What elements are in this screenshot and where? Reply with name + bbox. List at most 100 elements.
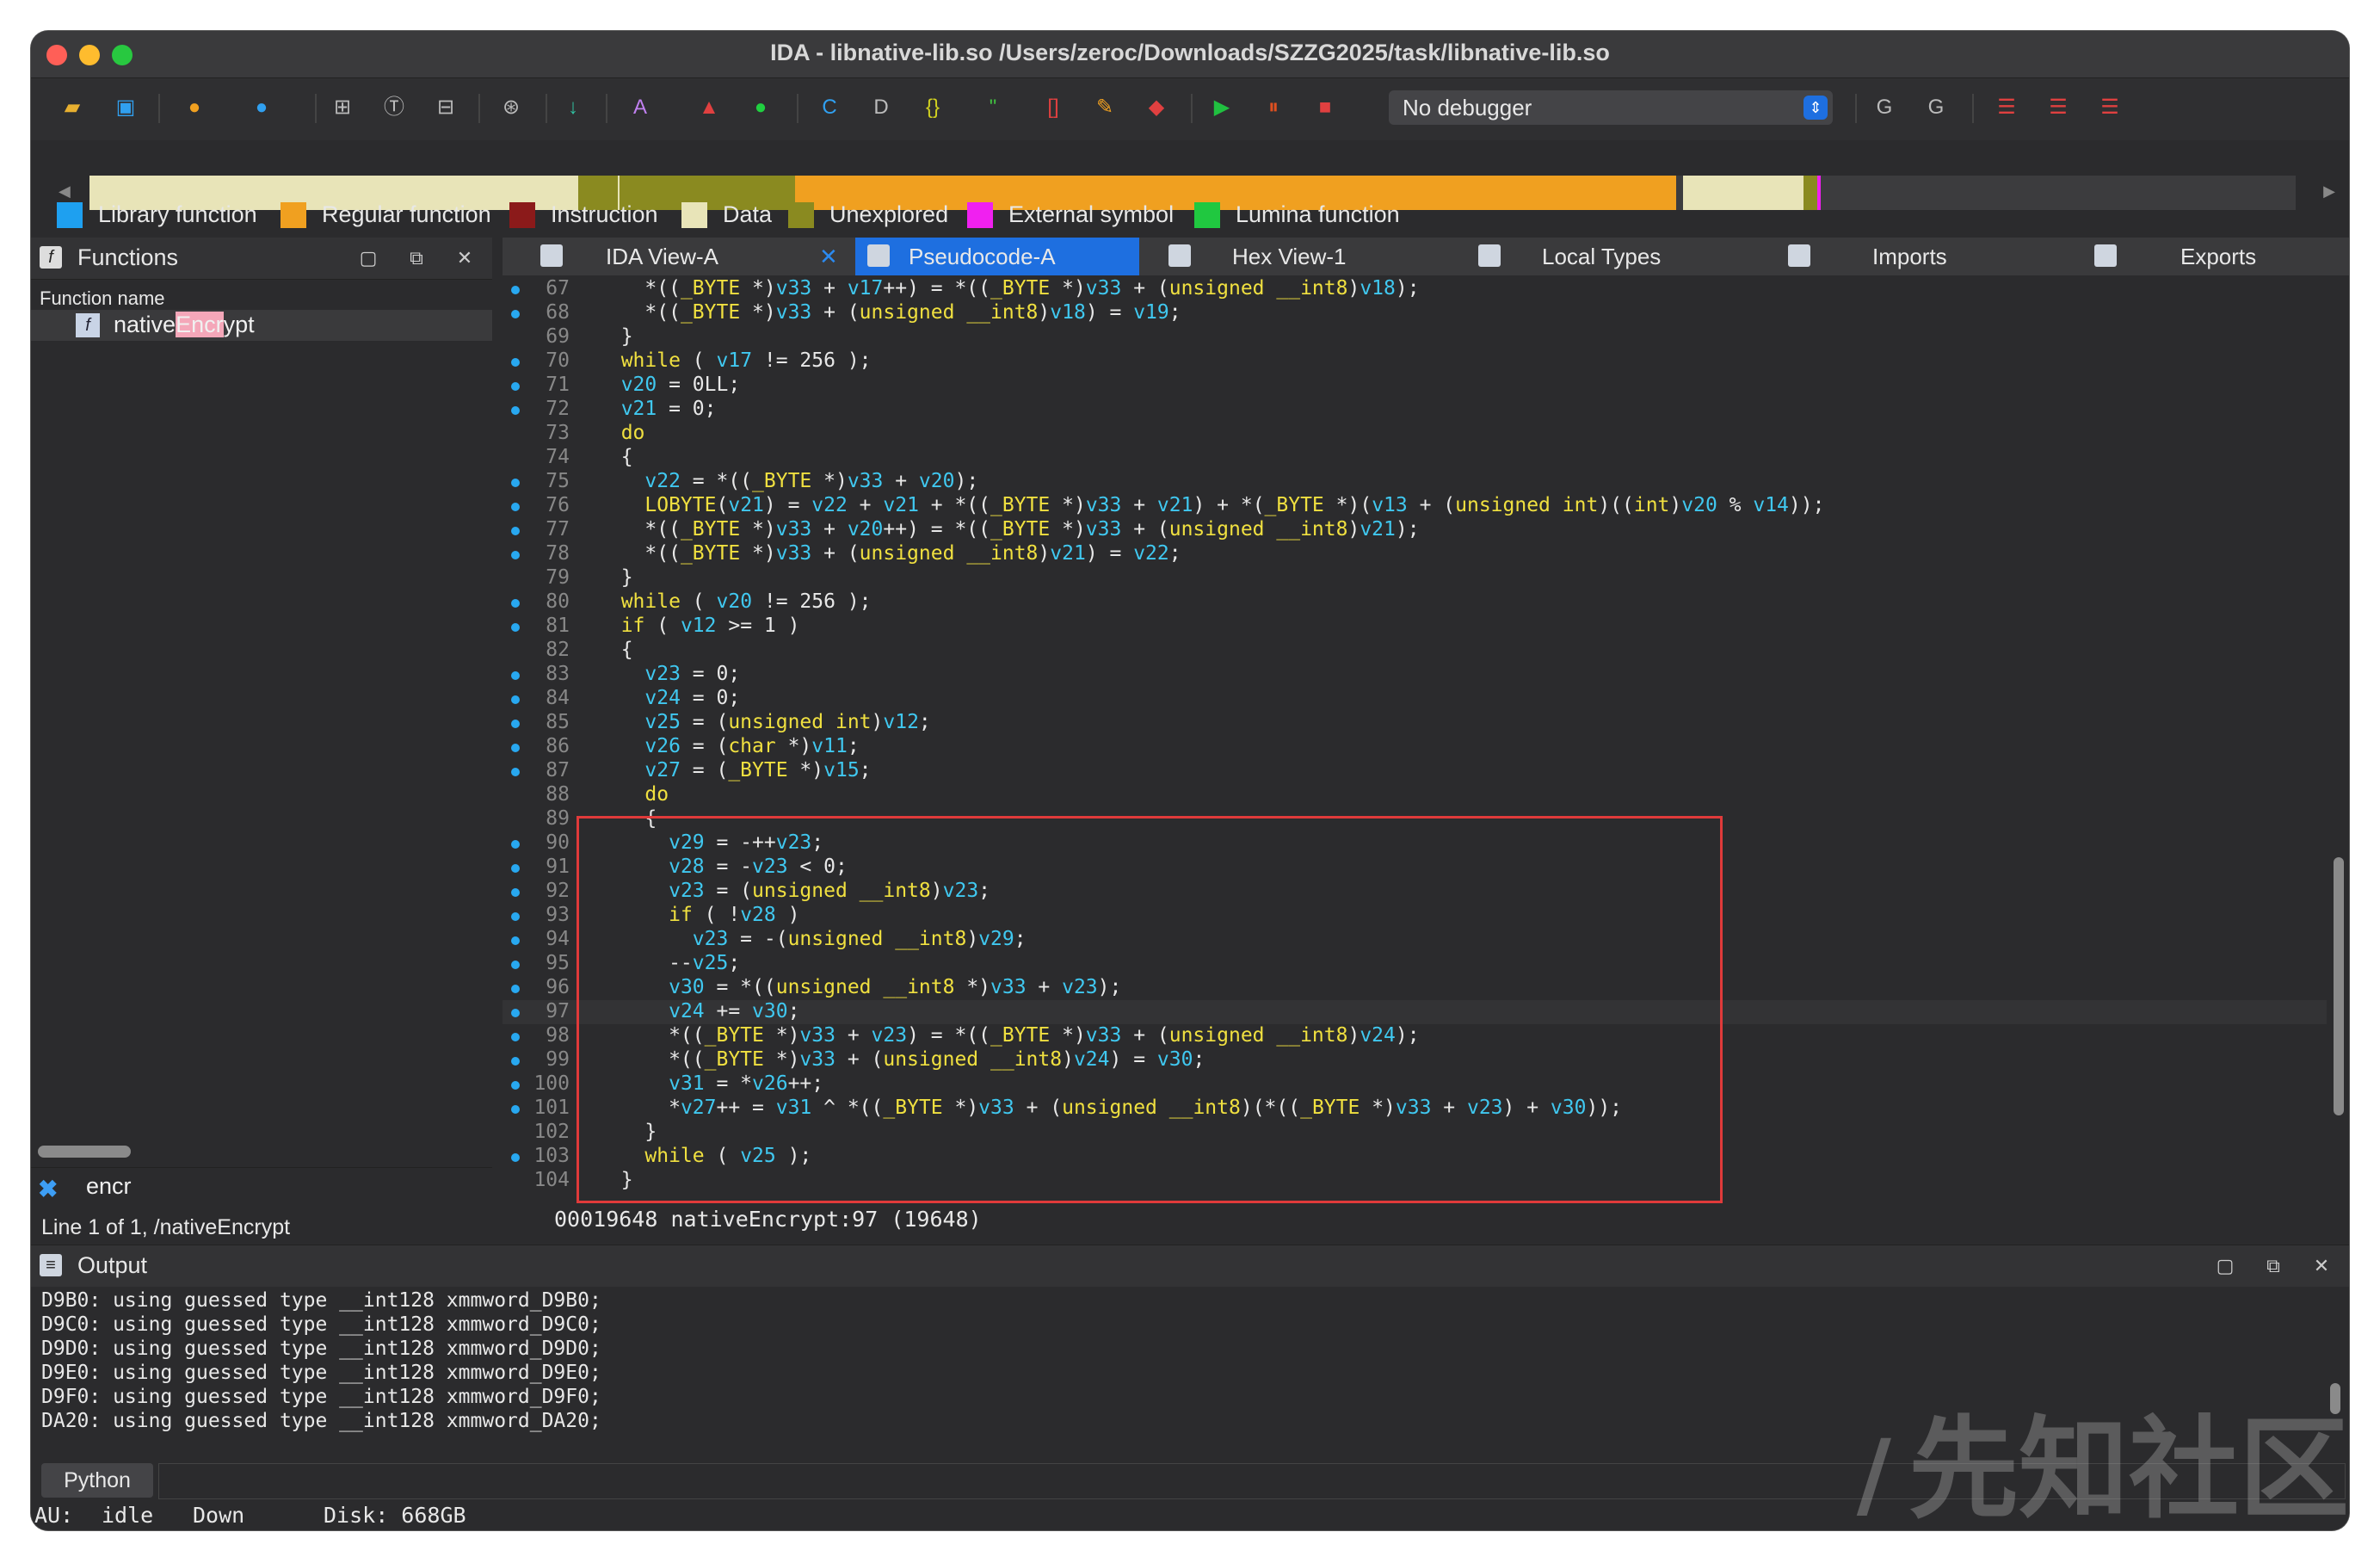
picture-icon[interactable]: ▲ [694,92,724,123]
horizontal-scrollbar[interactable] [38,1146,131,1158]
code-text: do [644,783,669,806]
breakpoint-icon[interactable]: ◆ [1141,92,1172,123]
hex-view-icon [1168,244,1191,267]
list-add-icon[interactable]: ☰ [2043,92,2074,123]
patch-icon[interactable]: ✎ [1089,92,1120,123]
line-number: 72 [546,398,570,420]
line-number: 94 [546,928,570,950]
code-line[interactable]: 86 v26 = (char *)v11; [503,735,2327,759]
close-tab-icon[interactable]: ✕ [819,238,838,275]
a-icon[interactable]: A [625,92,656,123]
tab-hex-view-1[interactable]: Hex View-1 [1168,238,1444,275]
code-line[interactable]: 75 v22 = *((_BYTE *)v33 + v20); [503,470,2327,494]
legend-external-symbol: External symbol [967,201,1174,228]
function-search[interactable]: ✖ encr [31,1167,492,1206]
save-icon[interactable]: ▣ [110,92,141,123]
code-line[interactable]: 78 *((_BYTE *)v33 + (unsigned __int8)v21… [503,542,2327,566]
code-line[interactable]: 88 do [503,783,2327,807]
tab-local-types[interactable]: Local Types [1478,238,1754,275]
pause-icon[interactable]: ⏸ [1258,92,1289,123]
code-line[interactable]: 80 while ( v20 != 256 ); [503,590,2327,615]
search-input[interactable]: encr [86,1173,132,1200]
code-line[interactable]: 82 { [503,639,2327,663]
code-line[interactable]: 76 LOBYTE(v21) = v22 + v21 + *((_BYTE *)… [503,494,2327,518]
code-line[interactable]: 68 *((_BYTE *)v33 + (unsigned __int8)v18… [503,301,2327,325]
navigation-band[interactable]: ◀ ▶ [31,141,2349,210]
output-minimize-icon[interactable]: ▢ [2213,1254,2237,1278]
line-number: 68 [546,301,570,324]
debugger-select[interactable]: No debugger ⇕ [1389,90,1833,125]
legend-unexplored: Unexplored [788,201,948,228]
line-number: 75 [546,470,570,492]
code-line[interactable]: 83 v23 = 0; [503,663,2327,687]
code-line[interactable]: 81 if ( v12 >= 1 ) [503,615,2327,639]
tab-pseudocode-a[interactable]: ✕ Pseudocode-A [819,238,1139,275]
vertical-scrollbar[interactable] [2334,857,2344,1115]
code-line[interactable]: 77 *((_BYTE *)v33 + v20++) = *((_BYTE *)… [503,518,2327,542]
code-line[interactable]: 85 v25 = (unsigned int)v12; [503,711,2327,735]
run-icon[interactable]: ▶ [1206,92,1237,123]
code-text: } [597,566,633,589]
output-close-icon[interactable]: ✕ [2309,1254,2334,1278]
hex-icon[interactable]: ⊟ [430,92,461,123]
panel-close-icon[interactable]: ✕ [453,246,477,270]
graph-icon[interactable]: G [1869,92,1900,123]
code-icon[interactable]: C [814,92,845,123]
new-segment-icon[interactable]: ⊞ [327,92,358,123]
legend-data: Data [681,201,772,228]
name-icon[interactable]: [] [1038,92,1069,123]
undefine-icon[interactable]: {} [917,92,948,123]
line-number: 92 [546,880,570,902]
function-name-column-header[interactable]: Function name [40,287,165,310]
line-number: 74 [546,446,570,468]
code-line[interactable]: 73 do [503,422,2327,446]
text-icon[interactable]: Ⓣ [379,92,410,123]
structure-icon[interactable]: ⊛ [496,92,527,123]
tab-ida-view-a[interactable]: IDA View-A [540,238,816,275]
panel-minimize-icon[interactable]: ▢ [356,246,380,270]
code-line[interactable]: 67 *((_BYTE *)v33 + v17++) = *((_BYTE *)… [503,277,2327,301]
array-icon[interactable]: " [977,92,1008,123]
refresh-icon[interactable]: G [1921,92,1951,123]
watermark-slash-icon: / [1856,1419,1891,1529]
pseudocode-status: 00019648 nativeEncrypt:97 (19648) [554,1207,982,1232]
line-number: 95 [546,952,570,974]
green-circle-icon[interactable]: ● [745,92,776,123]
list-icon[interactable]: ☰ [1991,92,2022,123]
chevron-updown-icon: ⇕ [1803,96,1828,120]
output-float-icon[interactable]: ⧉ [2261,1254,2285,1278]
exports-icon [2094,244,2117,267]
list-remove-icon[interactable]: ☰ [2094,92,2125,123]
output-title: Output [77,1252,148,1278]
legend-regular-function: Regular function [281,201,491,228]
code-line[interactable]: 71 v20 = 0LL; [503,374,2327,398]
stop-icon[interactable]: ■ [1310,92,1341,123]
line-number: 79 [546,566,570,589]
direction: Down [193,1503,245,1528]
function-name: nativeEncrypt [114,312,255,337]
code-line[interactable]: 72 v21 = 0; [503,398,2327,422]
panel-float-icon[interactable]: ⧉ [404,246,429,270]
jump-forward-icon[interactable]: ● [246,92,277,123]
clear-search-icon[interactable]: ✖ [38,1175,58,1203]
open-icon[interactable]: ▰ [57,92,88,123]
data-icon[interactable]: D [866,92,897,123]
code-text: while ( v17 != 256 ); [620,349,872,372]
code-line[interactable]: 79 } [503,566,2327,590]
tab-imports[interactable]: Imports [1788,238,2063,275]
line-number: 76 [546,494,570,516]
code-line[interactable]: 87 v27 = (_BYTE *)v15; [503,759,2327,783]
code-line[interactable]: 70 while ( v17 != 256 ); [503,349,2327,374]
code-line[interactable]: 84 v24 = 0; [503,687,2327,711]
jump-back-icon[interactable]: ● [179,92,210,123]
jump-icon[interactable]: ↓ [558,92,589,123]
code-text: do [620,422,645,444]
python-button[interactable]: Python [41,1463,153,1498]
line-number: 90 [546,831,570,854]
code-line[interactable]: 74 { [503,446,2327,470]
function-row[interactable]: f nativeEncrypt [31,310,492,341]
tab-exports[interactable]: Exports [2094,238,2349,275]
line-number: 77 [546,518,570,541]
code-line[interactable]: 69 } [503,325,2327,349]
au-label: AU: [34,1503,74,1528]
